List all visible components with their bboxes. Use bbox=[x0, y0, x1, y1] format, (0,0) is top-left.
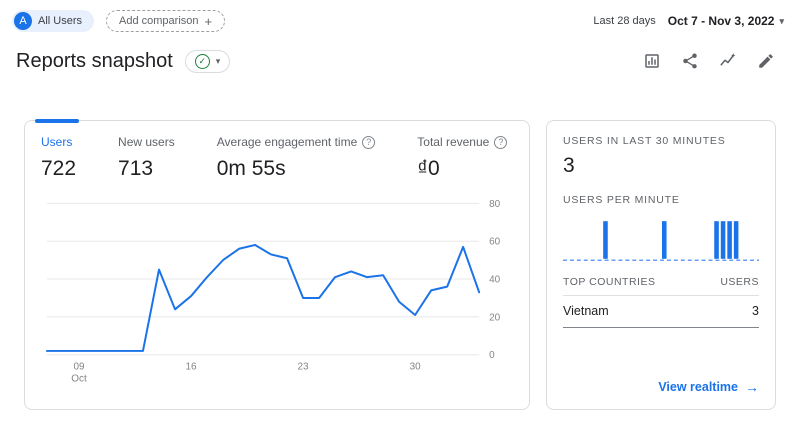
snapshot-card: Users 722 New users 713 Average engageme… bbox=[24, 119, 530, 410]
arrow-right-icon: → bbox=[745, 379, 759, 395]
help-icon[interactable]: ? bbox=[362, 135, 376, 149]
users-per-minute-bar-chart bbox=[563, 221, 759, 262]
share-button[interactable] bbox=[676, 47, 704, 75]
segment-chip-label: All Users bbox=[38, 15, 83, 27]
metrics-row: Users 722 New users 713 Average engageme… bbox=[41, 135, 513, 181]
country-cell: Vietnam bbox=[563, 304, 609, 318]
svg-text:20: 20 bbox=[489, 312, 501, 323]
metric-total-revenue-label: Total revenue bbox=[417, 135, 490, 149]
metric-avg-engagement-value: 0m 55s bbox=[216, 157, 286, 180]
users-column-header: USERS bbox=[720, 276, 759, 288]
report-status-button[interactable]: ✓ ▾ bbox=[184, 49, 231, 73]
help-icon[interactable]: ? bbox=[494, 135, 508, 149]
check-circle-icon: ✓ bbox=[194, 53, 210, 69]
users-cell: 3 bbox=[752, 304, 759, 318]
users-last-30min-label: USERS IN LAST 30 MINUTES bbox=[563, 135, 726, 147]
chart-customize-icon bbox=[645, 54, 659, 68]
page-title: Reports snapshot bbox=[16, 49, 173, 72]
line-chart-svg: 0 20 40 60 80 09Oct 16 23 30 bbox=[45, 199, 501, 385]
metric-total-revenue[interactable]: Total revenue ? ₫0 bbox=[417, 135, 508, 181]
metric-avg-engagement-time[interactable]: Average engagement time ? 0m 55s bbox=[217, 135, 376, 181]
metric-total-revenue-value: ₫0 bbox=[417, 157, 440, 180]
selected-metric-indicator bbox=[35, 119, 79, 123]
date-range-picker[interactable]: Oct 7 - Nov 3, 2022 ▾ bbox=[668, 14, 784, 28]
metric-new-users-label: New users bbox=[118, 135, 175, 149]
svg-text:Oct: Oct bbox=[71, 374, 87, 385]
metric-avg-engagement-label: Average engagement time bbox=[216, 135, 358, 149]
date-range-value: Oct 7 - Nov 3, 2022 bbox=[667, 14, 775, 28]
all-users-segment-chip[interactable]: A All Users bbox=[12, 10, 95, 32]
top-countries-header: TOP COUNTRIES bbox=[563, 276, 656, 288]
top-countries-table-header: TOP COUNTRIES USERS bbox=[563, 276, 759, 296]
table-row: Vietnam 3 bbox=[563, 296, 759, 328]
svg-text:60: 60 bbox=[489, 237, 501, 248]
insights-icon bbox=[720, 53, 736, 66]
caret-down-icon: ▾ bbox=[779, 15, 784, 26]
add-comparison-button[interactable]: Add comparison + bbox=[106, 10, 226, 32]
svg-text:0: 0 bbox=[489, 350, 495, 361]
report-header: Reports snapshot ✓ ▾ bbox=[0, 34, 800, 82]
caret-down-icon: ▾ bbox=[215, 55, 221, 66]
users-last-30min-value: 3 bbox=[563, 154, 575, 177]
date-range-type-label: Last 28 days bbox=[593, 15, 656, 27]
metric-users-label: Users bbox=[41, 135, 73, 149]
ga-reports-snapshot-page: A All Users Add comparison + Last 28 day… bbox=[0, 0, 800, 410]
svg-text:09: 09 bbox=[73, 362, 85, 373]
top-countries-table: TOP COUNTRIES USERS Vietnam 3 bbox=[563, 276, 759, 328]
header-actions bbox=[638, 47, 780, 75]
add-comparison-label: Add comparison bbox=[119, 15, 199, 27]
svg-text:23: 23 bbox=[298, 362, 310, 373]
svg-text:30: 30 bbox=[410, 362, 422, 373]
avatar: A bbox=[14, 12, 32, 30]
view-realtime-label: View realtime bbox=[658, 380, 738, 394]
topbar: A All Users Add comparison + Last 28 day… bbox=[0, 0, 800, 34]
svg-text:40: 40 bbox=[489, 275, 501, 286]
users-per-minute-label: USERS PER MINUTE bbox=[563, 194, 680, 206]
svg-text:80: 80 bbox=[489, 199, 501, 210]
realtime-card: USERS IN LAST 30 MINUTES 3 USERS PER MIN… bbox=[546, 120, 776, 410]
metric-new-users-value: 713 bbox=[118, 157, 154, 180]
customize-report-button[interactable] bbox=[638, 47, 666, 75]
edit-pencil-icon bbox=[759, 54, 773, 68]
share-icon bbox=[683, 53, 697, 69]
metric-users-value: 722 bbox=[41, 157, 77, 180]
svg-text:16: 16 bbox=[185, 362, 197, 373]
insights-button[interactable] bbox=[714, 47, 742, 75]
users-over-time-line-chart: 0 20 40 60 80 09 Oct 16 23 30 bbox=[41, 193, 513, 385]
view-realtime-link[interactable]: View realtime → bbox=[658, 379, 759, 395]
metric-users[interactable]: Users 722 bbox=[41, 135, 76, 181]
content-area: Users 722 New users 713 Average engageme… bbox=[0, 119, 800, 410]
plus-icon: + bbox=[204, 13, 213, 29]
metric-new-users[interactable]: New users 713 bbox=[118, 135, 175, 181]
edit-button[interactable] bbox=[752, 47, 780, 75]
